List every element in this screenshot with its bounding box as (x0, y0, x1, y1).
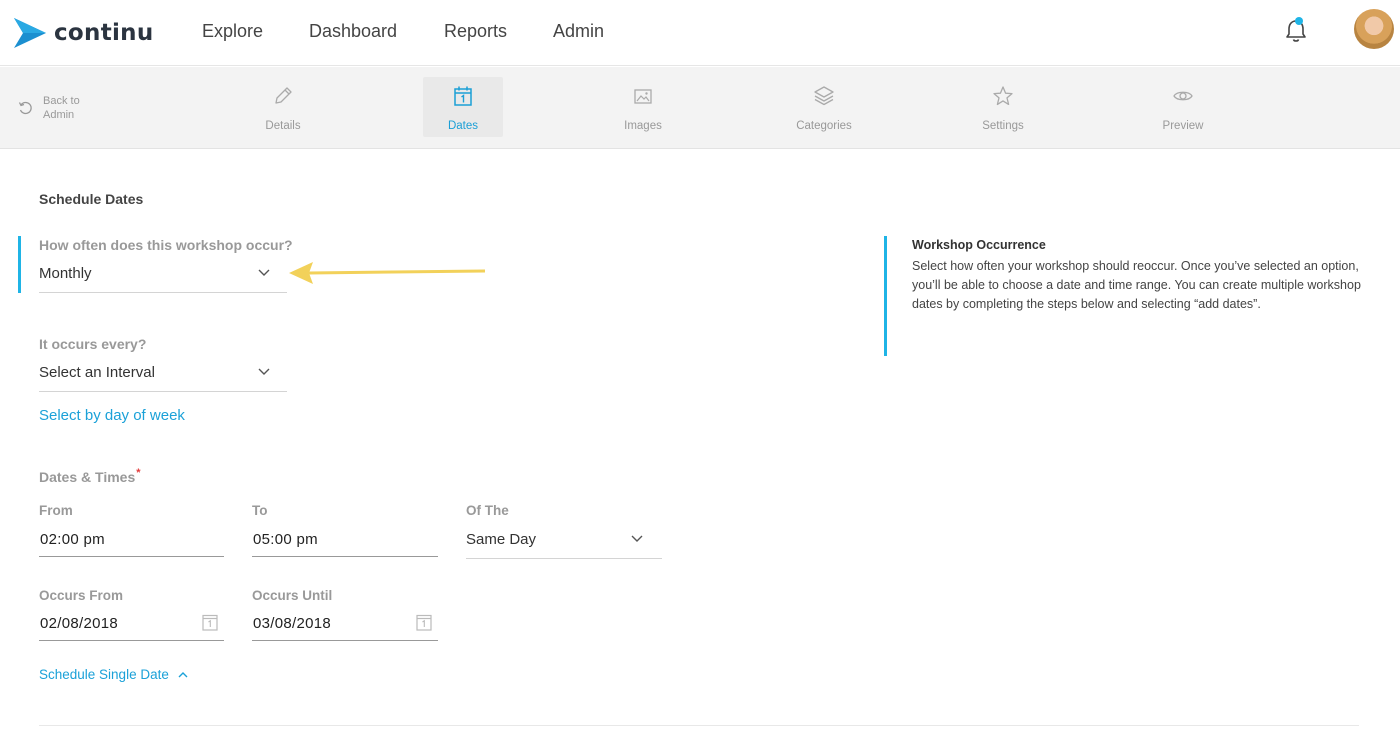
tab-images-label: Images (624, 120, 662, 132)
tab-images[interactable]: Images (603, 77, 683, 137)
schedule-single-date-toggle[interactable]: Schedule Single Date (39, 667, 189, 682)
occurs-from-label: Occurs From (39, 588, 124, 603)
tab-details-label: Details (265, 120, 301, 132)
help-panel-accent-bar (884, 236, 887, 356)
of-the-label: Of The (466, 503, 509, 518)
tab-dates-label: Dates (447, 120, 479, 132)
chevron-down-icon (258, 269, 270, 276)
occurs-from-date-input[interactable]: 02/08/2018 (39, 611, 224, 641)
calendar-icon[interactable] (202, 613, 218, 631)
calendar-icon[interactable] (416, 613, 432, 631)
interval-select[interactable]: Select an Interval (39, 360, 287, 392)
chevron-up-icon (178, 671, 188, 677)
occurs-until-value: 03/08/2018 (253, 615, 332, 632)
calendar-icon (454, 86, 472, 106)
from-label: From (39, 503, 73, 518)
help-title: Workshop Occurrence (912, 238, 1046, 252)
help-body: Select how often your workshop should re… (912, 259, 1361, 311)
of-the-select[interactable]: Same Day (466, 527, 662, 559)
dates-times-text: Dates & Times (39, 469, 136, 485)
required-asterisk: * (136, 467, 141, 479)
notification-dot (1295, 17, 1303, 25)
layers-icon (814, 86, 834, 106)
focus-indicator-bar (18, 236, 21, 293)
back-label-line1: Back to (43, 95, 80, 107)
pencil-icon (275, 87, 292, 104)
tab-details[interactable]: Details (243, 77, 323, 137)
interval-label: It occurs every? (39, 336, 147, 352)
nav-admin[interactable]: Admin (553, 21, 604, 42)
select-by-day-of-week-link[interactable]: Select by day of week (39, 407, 185, 424)
chevron-down-icon (258, 368, 270, 375)
editor-toolbar: Back to Admin Details Dates Images Categ… (0, 67, 1400, 149)
schedule-single-date-label: Schedule Single Date (39, 667, 169, 682)
nav-reports[interactable]: Reports (444, 21, 507, 42)
occurs-until-date-input[interactable]: 03/08/2018 (252, 611, 438, 641)
brand-name: continu (54, 20, 154, 46)
frequency-select[interactable]: Monthly (39, 261, 287, 293)
brand-logo[interactable]: continu (14, 16, 154, 50)
section-title: Schedule Dates (39, 191, 144, 207)
back-label-line2: Admin (43, 109, 75, 121)
to-label: To (252, 503, 268, 518)
from-time-value: 02:00 pm (40, 531, 105, 548)
back-to-admin-button[interactable]: Back to Admin (18, 94, 80, 122)
tab-preview[interactable]: Preview (1143, 77, 1223, 137)
nav-dashboard[interactable]: Dashboard (309, 21, 397, 42)
interval-value: Select an Interval (39, 364, 155, 381)
frequency-label: How often does this workshop occur? (39, 237, 293, 253)
dates-times-label: Dates & Times* (39, 467, 141, 485)
continu-logo-icon (14, 18, 46, 48)
occurs-until-label: Occurs Until (252, 588, 333, 603)
annotation-arrow-icon (289, 262, 486, 284)
divider (39, 725, 1359, 726)
star-icon (993, 86, 1013, 106)
user-avatar[interactable] (1354, 9, 1394, 49)
tab-settings-label: Settings (982, 120, 1024, 132)
chevron-down-icon (631, 535, 643, 542)
image-icon (634, 89, 652, 104)
eye-icon (1173, 91, 1193, 101)
tab-preview-label: Preview (1162, 120, 1204, 132)
to-time-value: 05:00 pm (253, 531, 318, 548)
tab-categories-label: Categories (796, 120, 852, 132)
of-the-value: Same Day (466, 531, 537, 548)
to-time-input[interactable]: 05:00 pm (252, 527, 438, 557)
nav-explore[interactable]: Explore (202, 21, 263, 42)
tab-dates[interactable]: Dates (423, 77, 503, 137)
tab-categories[interactable]: Categories (784, 77, 864, 137)
undo-icon (18, 101, 32, 114)
frequency-value: Monthly (39, 265, 92, 282)
tab-settings[interactable]: Settings (963, 77, 1043, 137)
occurs-from-value: 02/08/2018 (40, 615, 119, 632)
from-time-input[interactable]: 02:00 pm (39, 527, 224, 557)
top-navbar: continu Explore Dashboard Reports Admin (0, 0, 1400, 66)
